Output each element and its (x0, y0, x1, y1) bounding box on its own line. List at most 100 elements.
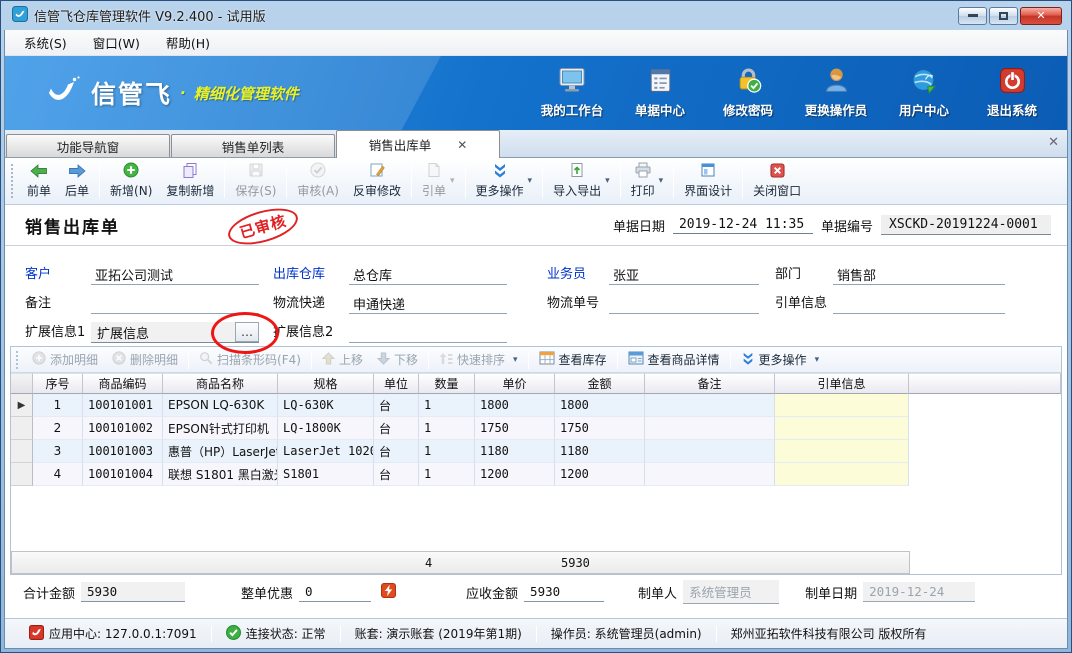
menu-item-1[interactable]: 窗口(W) (82, 30, 151, 55)
toolbar-button-新增(N)[interactable]: 新增(N) (103, 161, 159, 202)
footer-input-整单优惠[interactable]: 0 (299, 582, 371, 602)
cell-数量: 1 (419, 440, 475, 463)
footer-input-应收金额[interactable]: 5930 (524, 582, 604, 602)
toolbar-button-更多操作[interactable]: 更多操作▾ (469, 161, 540, 202)
field-input-扩展信息2[interactable] (349, 322, 507, 343)
banner-action-我的工作台[interactable]: 我的工作台 (531, 63, 613, 123)
toolbar-button-前单[interactable]: 前单 (20, 161, 58, 202)
doc-date-label: 单据日期 (613, 216, 665, 235)
toolbar-grip[interactable] (11, 164, 16, 198)
field-label-备注: 备注 (25, 292, 91, 314)
copy-icon (182, 162, 198, 182)
tab-close-icon[interactable]: ✕ (457, 138, 467, 152)
tab-销售单列表[interactable]: 销售单列表 (171, 134, 335, 157)
toolbar-button-label: 审核(A) (297, 182, 339, 199)
cell-规格: LQ-630K (278, 394, 374, 417)
table-row[interactable]: 3100101003惠普（HP）LaserJetLaserJet 1020台11… (11, 440, 1061, 463)
field-input-物流快递[interactable]: 申通快递 (349, 293, 507, 314)
banner-action-退出系统[interactable]: 退出系统 (971, 63, 1053, 123)
grid-header-序号[interactable]: 序号 (33, 373, 83, 394)
connection-ok-icon (226, 625, 241, 643)
row-selector-cell (11, 417, 33, 440)
cell-序号: 4 (33, 463, 83, 486)
grid-header-数量[interactable]: 数量 (419, 373, 475, 394)
grid-header-备注[interactable]: 备注 (645, 373, 775, 394)
table-row[interactable]: 2100101002EPSON针式打印机LQ-1800K台117501750 (11, 417, 1061, 440)
restore-button[interactable] (989, 7, 1018, 25)
grid-header-单价[interactable]: 单价 (475, 373, 555, 394)
footer-label-制单日期: 制单日期 (805, 583, 857, 602)
user-center-globe-icon (911, 67, 938, 98)
banner-action-单据中心[interactable]: 单据中心 (619, 63, 701, 123)
ui-design-icon (700, 162, 716, 182)
menu-item-0[interactable]: 系统(S) (13, 30, 78, 55)
cell-备注 (645, 417, 775, 440)
status-bar: 应用中心: 127.0.0.1:7091连接状态: 正常账套: 演示账套 (20… (5, 618, 1067, 648)
grid-header-规格[interactable]: 规格 (278, 373, 374, 394)
footer-label-应收金额: 应收金额 (466, 583, 518, 602)
grid-header-引单信息[interactable]: 引单信息 (775, 373, 909, 394)
field-input-部门[interactable]: 销售部 (833, 264, 1005, 285)
detail-toolbar-grip[interactable] (16, 351, 20, 369)
table-row[interactable]: 4100101004联想 S1801 黑白激光S1801台112001200 (11, 463, 1061, 486)
status-text: 郑州亚拓软件科技有限公司 版权所有 (731, 625, 927, 642)
discount-icon[interactable] (381, 583, 396, 602)
toolbar-button-查看商品详情[interactable]: 查看商品详情 (621, 349, 727, 370)
toolbar-button-更多操作[interactable]: 更多操作 ▾ (734, 349, 827, 370)
footer-label-整单优惠: 整单优惠 (241, 583, 293, 602)
dropdown-caret-icon[interactable]: ▾ (450, 176, 455, 186)
toolbar-button-后单[interactable]: 后单 (58, 161, 96, 202)
grid-header-单位[interactable]: 单位 (374, 373, 419, 394)
toolbar-button-复制新增[interactable]: 复制新增 (159, 161, 221, 202)
footer-input-合计金额[interactable]: 5930 (81, 582, 185, 602)
table-row[interactable]: ▶1100101001EPSON LQ-630KLQ-630K台11800180… (11, 394, 1061, 417)
banner-action-修改密码[interactable]: 修改密码 (707, 63, 789, 123)
banner-action-用户中心[interactable]: 用户中心 (883, 63, 965, 123)
toolbar-button-label: 保存(S) (235, 182, 276, 199)
field-input-业务员[interactable]: 张亚 (609, 264, 759, 285)
minimize-button[interactable] (958, 7, 987, 25)
toolbar-button-关闭窗口[interactable]: 关闭窗口 (746, 161, 808, 202)
toolbar-button-反审修改[interactable]: 反审修改 (346, 161, 408, 202)
summary-amount-total: 5930 (556, 556, 646, 570)
dropdown-caret-icon[interactable]: ▾ (815, 355, 820, 365)
toolbar-button-label: 删除明细 (130, 351, 178, 368)
dropdown-caret-icon[interactable]: ▾ (513, 355, 518, 365)
ref-doc-icon (426, 162, 442, 182)
toolbar-button-查看库存[interactable]: 查看库存 (532, 349, 614, 370)
dropdown-caret-icon[interactable]: ▾ (605, 176, 610, 186)
field-input-引单信息[interactable] (833, 293, 1005, 314)
banner-action-更换操作员[interactable]: 更换操作员 (795, 63, 877, 123)
doc-date-field[interactable]: 2019-12-24 11:35 (673, 216, 813, 234)
quick-sort-icon (439, 352, 453, 368)
field-input-扩展信息1[interactable]: 扩展信息… (91, 322, 259, 343)
field-input-出库仓库[interactable]: 总仓库 (349, 264, 507, 285)
detail-panel: 添加明细删除明细扫描条形码(F4)上移下移快速排序▾查看库存查看商品详情更多操作… (10, 346, 1062, 575)
dropdown-caret-icon[interactable]: ▾ (528, 176, 533, 186)
field-input-物流单号[interactable] (609, 293, 759, 314)
toolbar-button-label: 更多操作 (759, 351, 807, 368)
field-input-客户[interactable]: 亚拓公司测试 (91, 264, 259, 285)
tab-销售出库单[interactable]: 销售出库单✕ (336, 130, 500, 158)
toolbar-button-label: 导入导出 (553, 182, 601, 199)
grid-header-金额[interactable]: 金额 (555, 373, 645, 394)
grid-header-商品名称[interactable]: 商品名称 (163, 373, 278, 394)
audited-stamp: 已审核 (224, 202, 302, 252)
dropdown-caret-icon[interactable]: ▾ (659, 176, 664, 186)
toolbar-button-导入导出[interactable]: 导入导出 ▾ (546, 161, 617, 202)
toolbar-button-打印[interactable]: 打印▾ (624, 161, 671, 202)
menu-item-2[interactable]: 帮助(H) (155, 30, 221, 55)
field-input-备注[interactable] (91, 293, 259, 314)
tab-功能导航窗[interactable]: 功能导航窗 (6, 134, 170, 157)
row-selector-cell (11, 440, 33, 463)
header-banner: 信管飞 · 精细化管理软件 我的工作台单据中心修改密码更换操作员用户中心退出系统 (5, 56, 1067, 130)
toolbar-button-界面设计[interactable]: 界面设计 (677, 161, 739, 202)
toolbar-button-label: 反审修改 (353, 182, 401, 199)
toolbar-button-快速排序: 快速排序▾ (432, 349, 525, 370)
ext-info1-ellipsis-button[interactable]: … (235, 322, 259, 342)
grid-header-商品编码[interactable]: 商品编码 (83, 373, 163, 394)
tabstrip-close-icon[interactable]: ✕ (1048, 135, 1059, 150)
toolbar-button-上移: 上移 (315, 349, 370, 370)
close-button[interactable]: ✕ (1020, 7, 1062, 25)
field-label-引单信息: 引单信息 (775, 292, 833, 314)
